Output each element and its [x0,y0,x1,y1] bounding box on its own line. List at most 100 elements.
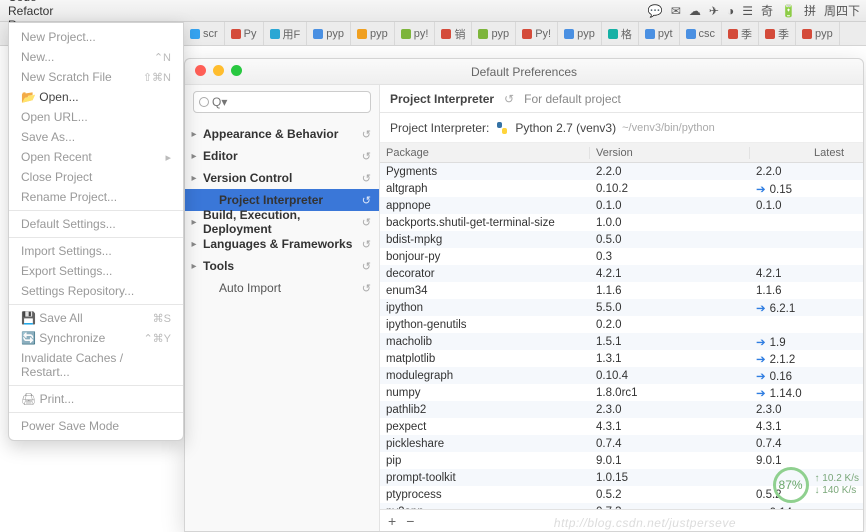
col-package[interactable]: Package [380,147,590,159]
minimize-icon[interactable] [213,65,224,76]
package-version: 1.1.6 [590,285,750,297]
package-latest: ➔0.15 [750,182,850,196]
package-version: 1.5.1 [590,336,750,348]
reset-icon[interactable]: ↺ [362,260,371,273]
close-icon[interactable] [195,65,206,76]
preferences-search-input[interactable] [193,91,371,113]
reset-icon[interactable]: ↺ [362,128,371,141]
package-row[interactable]: bdist-mpkg0.5.0 [380,231,863,248]
editor-tab[interactable]: 销 [435,22,472,45]
menu-item-label: Export Settings... [21,264,112,278]
tray-icon[interactable]: 奇 [761,2,773,19]
menu-item-label: 🖨 Print... [21,392,74,406]
package-row[interactable]: modulegraph0.10.4➔0.16 [380,367,863,384]
package-name: altgraph [380,183,590,195]
download-speed-badge: 87% ↑ 10.2 K/s ↓ 140 K/s [773,467,859,503]
tray-icon[interactable]: ✈︎ [709,4,719,18]
package-row[interactable]: ipython5.5.0➔6.2.1 [380,299,863,316]
window-titlebar: Default Preferences [185,59,863,85]
tab-label: Py! [535,28,551,40]
editor-tab[interactable]: pyр [351,22,395,45]
package-row[interactable]: Pygments2.2.02.2.0 [380,163,863,180]
editor-tab[interactable]: 季 [722,22,759,45]
tray-icon[interactable]: ◑ [727,4,734,18]
packages-rows[interactable]: Pygments2.2.02.2.0altgraph0.10.2➔0.15 app… [380,163,863,509]
package-row[interactable]: pickleshare0.7.40.7.4 [380,435,863,452]
menu-item-shortcut: ▸ [165,151,171,164]
pref-category[interactable]: ▸Version Control↺ [185,167,379,189]
package-name: backports.shutil-get-terminal-size [380,217,590,229]
tray-icon[interactable]: 🔋 [781,4,796,18]
pref-category[interactable]: ▸Build, Execution, Deployment↺ [185,211,379,233]
editor-tab[interactable]: pyр [307,22,351,45]
speed-up: ↑ 10.2 K/s [815,473,859,485]
package-name: prompt-toolkit [380,472,590,484]
tray-icon[interactable]: 拼 [804,2,816,19]
pref-category[interactable]: Auto Import↺ [185,277,379,299]
editor-tab[interactable]: Py! [516,22,558,45]
pref-category[interactable]: ▸Editor↺ [185,145,379,167]
tab-icon [802,29,812,39]
remove-package-button[interactable]: − [406,513,414,529]
editor-tab[interactable]: py! [395,22,436,45]
reset-icon[interactable]: ↺ [362,172,371,185]
package-row[interactable]: numpy1.8.0rc1➔1.14.0 [380,384,863,401]
window-title: Default Preferences [471,65,577,79]
reset-icon[interactable]: ↺ [362,238,371,251]
editor-tab[interactable]: 格 [602,22,639,45]
tray-icon[interactable]: 周四下 [824,2,860,19]
package-name: pickleshare [380,438,590,450]
package-row[interactable]: altgraph0.10.2➔0.15 [380,180,863,197]
pref-category[interactable]: ▸Languages & Frameworks↺ [185,233,379,255]
package-row[interactable]: pathlib22.3.02.3.0 [380,401,863,418]
tray-icon[interactable]: 💬 [648,4,663,18]
col-version[interactable]: Version [590,147,750,159]
package-row[interactable]: enum341.1.61.1.6 [380,282,863,299]
package-latest: ➔6.2.1 [750,301,850,315]
editor-tab[interactable]: pyt [639,22,680,45]
package-version: 0.5.2 [590,489,750,501]
reset-icon[interactable]: ↺ [362,150,371,163]
window-traffic-lights[interactable] [195,65,242,76]
tray-icon[interactable]: ☰ [742,4,753,18]
package-row[interactable]: bonjour-py0.3 [380,248,863,265]
package-name: ipython-genutils [380,319,590,331]
package-row[interactable]: backports.shutil-get-terminal-size1.0.0 [380,214,863,231]
package-row[interactable]: ipython-genutils0.2.0 [380,316,863,333]
add-package-button[interactable]: + [388,513,396,529]
editor-tab[interactable]: pyр [472,22,516,45]
reset-icon[interactable]: ↺ [362,282,371,295]
tray-icon[interactable]: ☁︎ [689,4,701,18]
pref-category[interactable]: ▸Tools↺ [185,255,379,277]
tray-icon[interactable]: ✉︎ [671,4,681,18]
package-name: appnope [380,200,590,212]
package-latest: 2.2.0 [750,166,850,178]
file-menu-item[interactable]: 📂 Open... [9,87,183,107]
preferences-sidebar: ▸Appearance & Behavior↺▸Editor↺▸Version … [185,85,380,531]
package-latest: 0.1.0 [750,200,850,212]
interpreter-value[interactable]: Python 2.7 (venv3) [515,121,616,135]
editor-tab[interactable]: Py [225,22,264,45]
editor-tab[interactable]: pyр [796,22,840,45]
editor-tab[interactable]: pyр [558,22,602,45]
package-row[interactable]: macholib1.5.1➔1.9 [380,333,863,350]
editor-tab[interactable]: 季 [759,22,796,45]
col-latest[interactable]: Latest [750,147,850,159]
preferences-search-wrap [185,85,379,119]
package-row[interactable]: decorator4.2.14.2.1 [380,265,863,282]
reset-icon[interactable]: ↺ [362,194,371,207]
package-row[interactable]: py2app0.7.3➔0.14 [380,503,863,509]
package-row[interactable]: appnope0.1.00.1.0 [380,197,863,214]
package-row[interactable]: pexpect4.3.14.3.1 [380,418,863,435]
reset-icon[interactable]: ↺ [504,92,514,106]
tab-icon [357,29,367,39]
reset-icon[interactable]: ↺ [362,216,371,229]
interpreter-row: Project Interpreter: Python 2.7 (venv3) … [380,113,863,143]
package-row[interactable]: matplotlib1.3.1➔2.1.2 [380,350,863,367]
editor-tab[interactable]: 用F [264,22,308,45]
pref-category[interactable]: ▸Appearance & Behavior↺ [185,123,379,145]
editor-tab[interactable]: csc [680,22,723,45]
menu-refactor[interactable]: Refactor [0,4,63,18]
editor-tab[interactable]: scr [184,22,225,45]
zoom-icon[interactable] [231,65,242,76]
